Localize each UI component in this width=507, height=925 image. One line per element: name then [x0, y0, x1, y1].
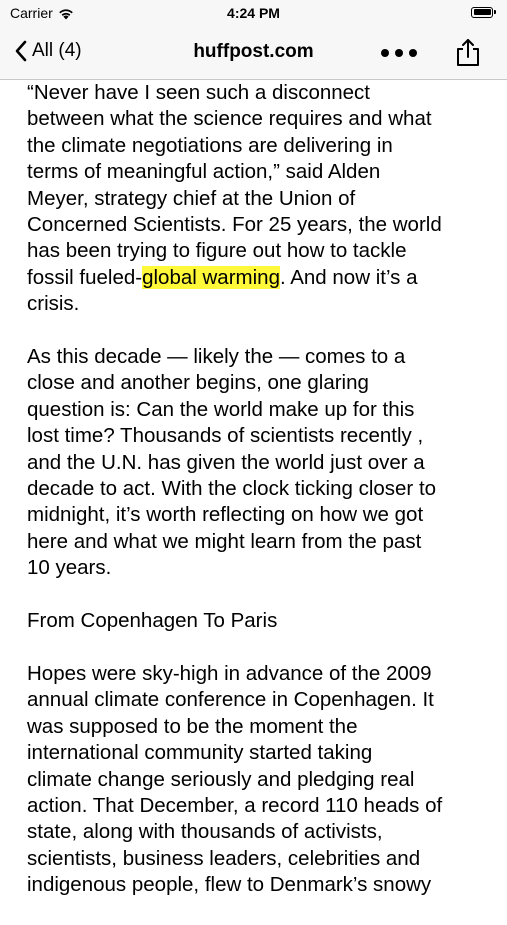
- text-line: action. That December, a record 110 head…: [27, 793, 443, 817]
- back-button-label: All (4): [32, 40, 82, 61]
- text-line: close and another begins, one glaring: [27, 371, 369, 395]
- navigation-bar: All (4) huffpost.com: [0, 28, 507, 80]
- text-line: terms of meaningful action,” said Alden: [27, 160, 381, 184]
- ellipsis-icon: [381, 49, 417, 57]
- text-line: “Never have I seen such a disconnect: [27, 81, 370, 104]
- text-line: state, along with thousands of activists…: [27, 820, 383, 844]
- text-line: indigenous people, flew to Denmark’s sno…: [27, 873, 432, 897]
- section-heading: From Copenhagen To Paris: [27, 608, 487, 634]
- chevron-left-icon: [15, 40, 27, 62]
- text-line: and the U.N. has given the world just ov…: [27, 450, 425, 474]
- text-line: Concerned Scientists. For 25 years, the …: [27, 213, 442, 237]
- text-line: fossil fueled-global warming. And now it…: [27, 265, 487, 291]
- share-icon: [457, 39, 479, 66]
- status-bar: Carrier 4:24 PM: [0, 0, 507, 28]
- article-paragraph-2: As this decade — likely the — comes to a…: [27, 344, 487, 582]
- text-line: scientists, business leaders, celebritie…: [27, 846, 421, 870]
- article-content: “Never have I seen such a disconnect bet…: [27, 80, 487, 925]
- article-paragraph-3: Hopes were sky-high in advance of the 20…: [27, 661, 487, 899]
- text-segment: . And now it’s a: [279, 265, 418, 289]
- text-line: midnight, it’s worth reflecting on how w…: [27, 503, 424, 527]
- highlighted-text[interactable]: global warming: [142, 265, 280, 289]
- text-line: annual climate conference in Copenhagen.…: [27, 688, 434, 712]
- share-button[interactable]: [452, 37, 484, 69]
- article-paragraph-1: “Never have I seen such a disconnect bet…: [27, 80, 487, 318]
- text-line: decade to act. With the clock ticking cl…: [27, 477, 437, 501]
- text-line: has been trying to figure out how to tac…: [27, 239, 407, 263]
- text-line: As this decade — likely the — comes to a: [27, 345, 406, 369]
- text-line: question is: Can the world make up for t…: [27, 397, 415, 421]
- text-line: was supposed to be the moment the: [27, 714, 358, 738]
- heading-text: From Copenhagen To Paris: [27, 609, 278, 633]
- text-line: between what the science requires and wh…: [27, 107, 432, 131]
- battery-icon: [471, 6, 497, 18]
- text-line: Hopes were sky-high in advance of the 20…: [27, 661, 432, 685]
- back-button[interactable]: All (4): [14, 40, 82, 62]
- text-line: international community started taking: [27, 741, 373, 765]
- text-line: crisis.: [27, 292, 80, 316]
- text-line: the climate negotiations are delivering …: [27, 133, 393, 157]
- status-time: 4:24 PM: [227, 5, 280, 21]
- text-line: Meyer, strategy chief at the Union of: [27, 186, 356, 210]
- text-line: 10 years.: [27, 556, 112, 580]
- text-line: climate change seriously and pledging re…: [27, 767, 415, 791]
- more-button[interactable]: [377, 40, 421, 66]
- text-line: lost time? Thousands of scientists recen…: [27, 424, 424, 448]
- text-line: here and what we might learn from the pa…: [27, 529, 422, 553]
- text-segment: fossil fueled-: [27, 265, 143, 289]
